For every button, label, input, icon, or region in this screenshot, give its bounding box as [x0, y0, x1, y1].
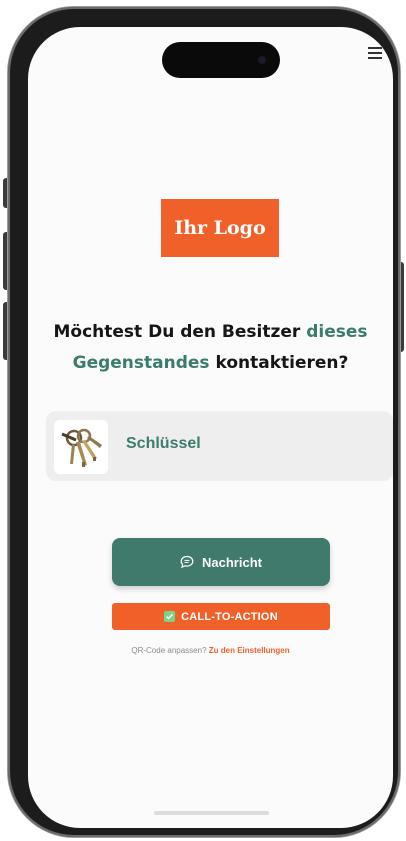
checkbox-icon [164, 611, 176, 622]
camera-dot [258, 56, 266, 64]
settings-prompt: QR-Code anpassen? [131, 646, 207, 655]
device-mockup: Ihr Logo Möchtest Du den Besitzer dieses… [0, 0, 406, 841]
brand-logo: Ihr Logo [161, 199, 279, 257]
logo-text: Ihr Logo [174, 217, 266, 239]
hamburger-menu-icon[interactable] [368, 47, 382, 59]
headline-accent2: Gegenstandes [72, 353, 210, 373]
message-button[interactable]: Nachricht [112, 538, 330, 586]
chat-bubble-icon [180, 555, 194, 569]
phone-screen: Ihr Logo Möchtest Du den Besitzer dieses… [28, 27, 393, 828]
settings-link[interactable]: Zu den Einstellungen [209, 646, 290, 655]
keys-icon [54, 420, 108, 474]
page-headline: Möchtest Du den Besitzer dieses Gegensta… [38, 317, 383, 379]
headline-part1: Möchtest Du den Besitzer [53, 322, 307, 342]
dynamic-island [162, 42, 280, 78]
item-name: Schlüssel [126, 435, 201, 452]
message-button-label: Nachricht [202, 554, 262, 570]
headline-part2: kontaktieren? [209, 353, 349, 373]
home-indicator [154, 811, 269, 815]
call-to-action-button[interactable]: CALL-TO-ACTION [112, 603, 330, 630]
phone-frame: Ihr Logo Möchtest Du den Besitzer dieses… [8, 7, 400, 837]
headline-accent1: dieses [306, 322, 368, 342]
keys-thumbnail [54, 420, 108, 474]
item-card: Schlüssel [46, 411, 393, 481]
cta-button-label: CALL-TO-ACTION [181, 610, 278, 623]
settings-hint: QR-Code anpassen? Zu den Einstellungen [28, 646, 393, 655]
